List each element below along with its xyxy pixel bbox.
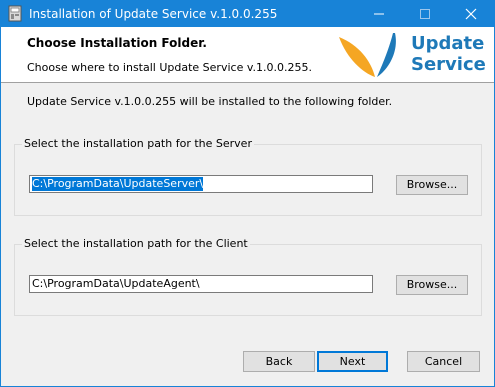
close-icon bbox=[465, 8, 477, 20]
title-bar[interactable]: Installation of Update Service v.1.0.0.2… bbox=[1, 1, 494, 27]
page-title: Choose Installation Folder. bbox=[27, 36, 207, 50]
installer-window: Installation of Update Service v.1.0.0.2… bbox=[0, 0, 495, 387]
server-browse-button[interactable]: Browse... bbox=[396, 175, 468, 195]
server-path-label: Select the installation path for the Ser… bbox=[22, 137, 254, 150]
page-subtitle: Choose where to install Update Service v… bbox=[27, 61, 312, 74]
header-banner: Choose Installation Folder. Choose where… bbox=[1, 27, 494, 83]
server-path-value: C:\ProgramData\UpdateServer\ bbox=[32, 177, 204, 191]
update-service-logo: Update Service bbox=[337, 31, 487, 81]
installer-icon bbox=[7, 5, 23, 22]
window-title: Installation of Update Service v.1.0.0.2… bbox=[29, 7, 278, 21]
server-path-group: Select the installation path for the Ser… bbox=[14, 137, 482, 216]
client-path-label: Select the installation path for the Cli… bbox=[22, 237, 250, 250]
maximize-icon bbox=[420, 9, 430, 19]
client-path-group: Select the installation path for the Cli… bbox=[14, 237, 482, 316]
client-browse-button[interactable]: Browse... bbox=[396, 275, 468, 295]
cancel-button[interactable]: Cancel bbox=[407, 351, 480, 372]
logo-text-line2: Service bbox=[411, 54, 486, 75]
maximize-button[interactable] bbox=[402, 1, 448, 27]
minimize-icon bbox=[374, 13, 384, 15]
next-button[interactable]: Next bbox=[317, 351, 388, 372]
intro-text: Update Service v.1.0.0.255 will be insta… bbox=[27, 95, 393, 108]
logo-text-line1: Update bbox=[411, 33, 485, 54]
back-button[interactable]: Back bbox=[243, 351, 315, 372]
minimize-button[interactable] bbox=[356, 1, 402, 27]
client-path-input[interactable]: C:\ProgramData\UpdateAgent\ bbox=[29, 275, 373, 293]
client-path-value: C:\ProgramData\UpdateAgent\ bbox=[32, 277, 200, 290]
logo-mark bbox=[339, 33, 396, 77]
server-path-input[interactable]: C:\ProgramData\UpdateServer\ bbox=[29, 175, 373, 193]
close-button[interactable] bbox=[448, 1, 494, 27]
